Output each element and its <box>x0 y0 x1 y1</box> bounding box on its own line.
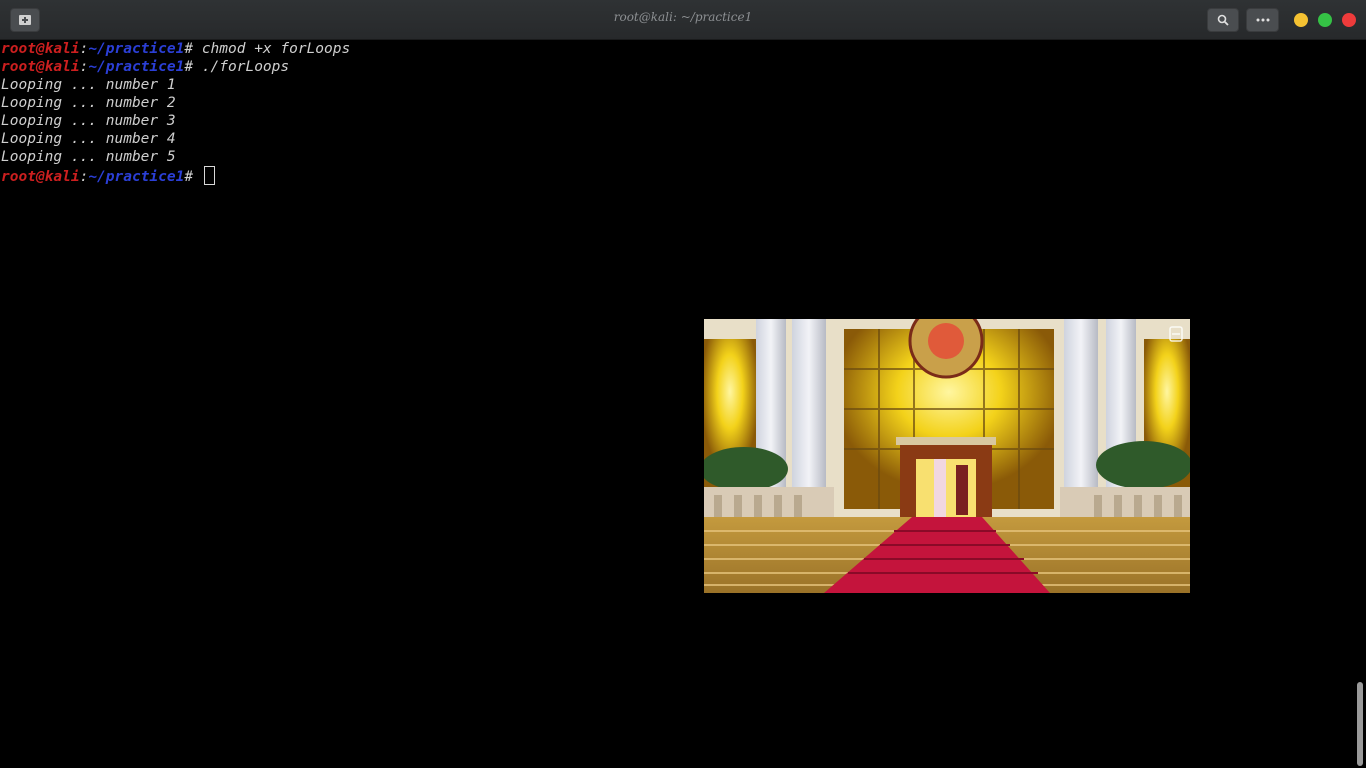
minimize-button[interactable] <box>1294 13 1308 27</box>
prompt-colon: : <box>79 169 89 185</box>
prompt-path: ~/practice1 <box>88 41 185 57</box>
prompt-symbol: # <box>184 41 202 57</box>
command-line: root@kali:~/practice1# ./forLoops <box>1 58 350 76</box>
prompt-colon: : <box>79 59 89 75</box>
video-frame <box>704 319 1190 593</box>
scrollbar-thumb[interactable] <box>1357 682 1363 766</box>
prompt-symbol: # <box>184 59 202 75</box>
close-button[interactable] <box>1342 13 1356 27</box>
current-prompt-line[interactable]: root@kali:~/practice1# <box>1 166 350 185</box>
search-icon <box>1217 14 1229 26</box>
command-text: ./forLoops <box>201 59 290 75</box>
terminal-add-icon <box>19 15 31 25</box>
prompt-symbol: # <box>184 169 202 185</box>
output-line: Looping ... number 5 <box>1 149 176 165</box>
prompt-path: ~/practice1 <box>88 169 185 185</box>
search-button[interactable] <box>1207 8 1239 32</box>
prompt-user: root@kali <box>1 169 80 185</box>
prompt-colon: : <box>79 41 89 57</box>
video-overlay[interactable] <box>704 319 1190 593</box>
menu-button[interactable] <box>1246 8 1279 32</box>
new-tab-button[interactable] <box>10 8 40 32</box>
terminal-window: root@kali: ~/practice1 root@kali:~/pract… <box>0 0 1366 768</box>
text-cursor <box>203 166 215 185</box>
window-title: root@kali: ~/practice1 <box>613 10 753 24</box>
command-text: chmod +x forLoops <box>201 41 351 57</box>
prompt-path: ~/practice1 <box>88 59 185 75</box>
ellipsis-icon <box>1256 18 1269 22</box>
prompt-user: root@kali <box>1 59 80 75</box>
output-line: Looping ... number 2 <box>1 95 176 111</box>
output-line: Looping ... number 4 <box>1 131 176 147</box>
title-bar: root@kali: ~/practice1 <box>0 0 1366 40</box>
terminal-lines: root@kali:~/practice1# chmod +x forLoops… <box>1 40 350 185</box>
vertical-scrollbar[interactable] <box>1354 40 1366 768</box>
command-line: root@kali:~/practice1# chmod +x forLoops <box>1 40 350 58</box>
prompt-user: root@kali <box>1 41 80 57</box>
output-line: Looping ... number 3 <box>1 113 176 129</box>
output-line: Looping ... number 1 <box>1 77 176 93</box>
maximize-button[interactable] <box>1318 13 1332 27</box>
